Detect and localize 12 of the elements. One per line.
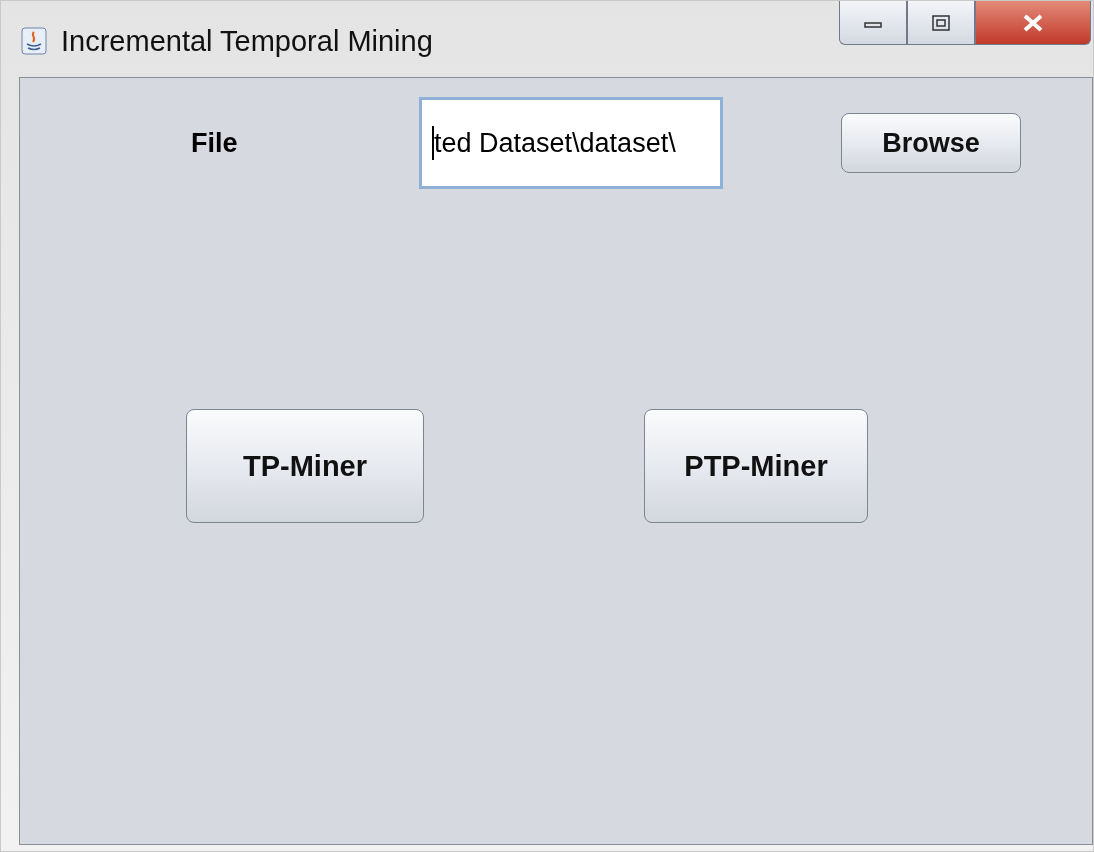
close-icon [1021,12,1045,33]
window-title: Incremental Temporal Mining [61,25,433,58]
close-button[interactable] [975,1,1091,45]
maximize-icon [932,14,950,31]
miner-button[interactable]: TP-Miner [186,409,424,523]
file-label: File [191,127,239,159]
file-path-field[interactable]: ted Dataset\dataset\ [419,97,723,189]
browse-button[interactable]: Browse [841,113,1021,173]
maximize-button[interactable] [907,1,975,45]
miner-button[interactable]: PTP-Miner [644,409,868,523]
app-icon [21,27,47,55]
minimize-button[interactable] [839,1,907,45]
